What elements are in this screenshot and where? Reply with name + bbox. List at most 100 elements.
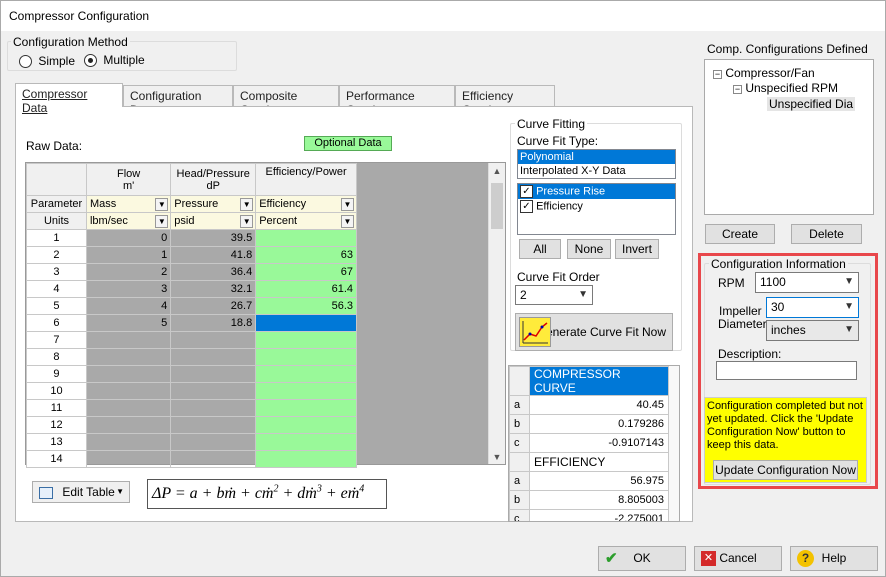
- efficiency-cell[interactable]: [255, 314, 357, 332]
- curve-items-list[interactable]: ✓ Pressure Rise ✓ Efficiency: [517, 183, 676, 235]
- head-cell[interactable]: [170, 382, 257, 400]
- flow-parameter-select[interactable]: Mass ▼: [85, 195, 172, 213]
- create-button[interactable]: Create: [705, 224, 775, 244]
- flow-cell[interactable]: [85, 399, 172, 417]
- head-units-select[interactable]: psid ▼: [170, 212, 257, 230]
- delete-button[interactable]: Delete: [791, 224, 862, 244]
- simple-radio[interactable]: Simple: [19, 54, 75, 69]
- flow-cell[interactable]: 5: [85, 314, 172, 332]
- flow-cell[interactable]: 4: [85, 297, 172, 315]
- head-parameter-select[interactable]: Pressure ▼: [170, 195, 257, 213]
- chevron-down-icon[interactable]: ▼: [155, 215, 169, 228]
- rpm-select[interactable]: 1100 ▼: [755, 272, 859, 293]
- head-cell[interactable]: 41.8: [170, 246, 257, 264]
- curve-fit-type-list[interactable]: Polynomial Interpolated X-Y Data: [517, 149, 676, 179]
- cancel-button[interactable]: ✕ Cancel: [694, 546, 782, 571]
- flow-cell[interactable]: 0: [85, 229, 172, 247]
- scroll-up-icon[interactable]: ▲: [489, 163, 505, 176]
- collapse-icon[interactable]: −: [733, 85, 742, 94]
- description-input[interactable]: [716, 361, 857, 380]
- tab-efficiency-graph[interactable]: Efficiency Graph: [455, 85, 555, 117]
- efficiency-cell[interactable]: 67: [255, 263, 357, 281]
- chevron-down-icon[interactable]: ▼: [240, 198, 254, 211]
- flow-cell[interactable]: [85, 416, 172, 434]
- flow-cell[interactable]: [85, 433, 172, 451]
- flow-cell[interactable]: 2: [85, 263, 172, 281]
- head-cell[interactable]: 36.4: [170, 263, 257, 281]
- head-cell[interactable]: 18.8: [170, 314, 257, 332]
- efficiency-cell[interactable]: [255, 433, 357, 451]
- diameter-units-select[interactable]: inches ▼: [766, 320, 859, 341]
- flow-cell[interactable]: [85, 331, 172, 349]
- efficiency-cell[interactable]: 61.4: [255, 280, 357, 298]
- curve-fit-type-interpolated[interactable]: Interpolated X-Y Data: [518, 164, 675, 178]
- tab-compressor-data[interactable]: Compressor Data: [15, 83, 123, 115]
- head-cell[interactable]: [170, 365, 257, 383]
- efficiency-cell[interactable]: [255, 348, 357, 366]
- flow-cell[interactable]: 3: [85, 280, 172, 298]
- head-cell[interactable]: 32.1: [170, 280, 257, 298]
- curve-fit-order-select[interactable]: 2 ▼: [515, 285, 593, 305]
- generate-curve-fit-button[interactable]: Generate Curve Fit Now: [515, 313, 673, 351]
- eff-units-select[interactable]: Percent ▼: [255, 212, 357, 230]
- efficiency-cell[interactable]: [255, 331, 357, 349]
- efficiency-cell[interactable]: [255, 229, 357, 247]
- tree-node-compressor-fan[interactable]: − Compressor/Fan: [713, 66, 815, 80]
- table-row: 7: [26, 331, 357, 349]
- tab-configuration-data[interactable]: Configuration Data: [123, 85, 233, 117]
- ok-button[interactable]: ✔ OK: [598, 546, 686, 571]
- head-header: Head/Pressure dP: [170, 163, 257, 196]
- grid-scrollbar[interactable]: ▲ ▼: [488, 163, 505, 464]
- head-cell[interactable]: [170, 348, 257, 366]
- collapse-icon[interactable]: −: [713, 70, 722, 79]
- all-button[interactable]: All: [519, 239, 561, 259]
- tree-node-unspecified-dia[interactable]: Unspecified Dia: [767, 97, 856, 111]
- efficiency-cell[interactable]: [255, 399, 357, 417]
- flow-units-select[interactable]: lbm/sec ▼: [85, 212, 172, 230]
- invert-button[interactable]: Invert: [615, 239, 659, 259]
- efficiency-cell[interactable]: [255, 416, 357, 434]
- diameter-label: Diameter:: [718, 317, 771, 331]
- head-cell[interactable]: [170, 433, 257, 451]
- head-cell[interactable]: [170, 331, 257, 349]
- efficiency-cell[interactable]: 56.3: [255, 297, 357, 315]
- chevron-down-icon[interactable]: ▼: [240, 215, 254, 228]
- chevron-down-icon[interactable]: ▼: [341, 215, 354, 228]
- flow-cell[interactable]: [85, 382, 172, 400]
- head-cell[interactable]: 39.5: [170, 229, 257, 247]
- help-button[interactable]: ? Help: [790, 546, 878, 571]
- none-button[interactable]: None: [567, 239, 611, 259]
- tab-performance-graph[interactable]: Performance Graph: [339, 85, 455, 117]
- multiple-radio[interactable]: Multiple: [84, 53, 145, 68]
- chevron-down-icon[interactable]: ▼: [341, 198, 354, 211]
- tab-composite-graph[interactable]: Composite Graph: [233, 85, 339, 117]
- head-cell[interactable]: [170, 450, 257, 468]
- efficiency-cell[interactable]: 63: [255, 246, 357, 264]
- row-number: 13: [26, 433, 87, 451]
- head-cell[interactable]: 26.7: [170, 297, 257, 315]
- scroll-thumb[interactable]: [491, 183, 503, 229]
- efficiency-cell[interactable]: [255, 382, 357, 400]
- update-configuration-button[interactable]: Update Configuration Now: [713, 460, 858, 480]
- checkbox-checked-icon[interactable]: ✓: [520, 200, 533, 213]
- flow-cell[interactable]: [85, 450, 172, 468]
- efficiency-cell[interactable]: [255, 450, 357, 468]
- chevron-down-icon[interactable]: ▼: [155, 198, 169, 211]
- eff-parameter-select[interactable]: Efficiency ▼: [255, 195, 357, 213]
- edit-table-button[interactable]: Edit Table ▼: [32, 481, 130, 503]
- flow-cell[interactable]: [85, 365, 172, 383]
- scroll-down-icon[interactable]: ▼: [489, 452, 505, 462]
- configurations-tree[interactable]: − Compressor/Fan − Unspecified RPM Unspe…: [704, 59, 874, 215]
- head-cell[interactable]: [170, 399, 257, 417]
- flow-cell[interactable]: [85, 348, 172, 366]
- efficiency-item[interactable]: ✓ Efficiency: [518, 199, 675, 214]
- flow-cell[interactable]: 1: [85, 246, 172, 264]
- pressure-rise-item[interactable]: ✓ Pressure Rise: [518, 184, 675, 199]
- efficiency-label: Efficiency: [536, 200, 583, 213]
- diameter-input[interactable]: 30 ▼: [766, 297, 859, 318]
- efficiency-cell[interactable]: [255, 365, 357, 383]
- curve-fit-type-polynomial[interactable]: Polynomial: [518, 150, 675, 164]
- tree-node-unspecified-rpm[interactable]: − Unspecified RPM: [733, 81, 838, 95]
- head-cell[interactable]: [170, 416, 257, 434]
- checkbox-checked-icon[interactable]: ✓: [520, 185, 533, 198]
